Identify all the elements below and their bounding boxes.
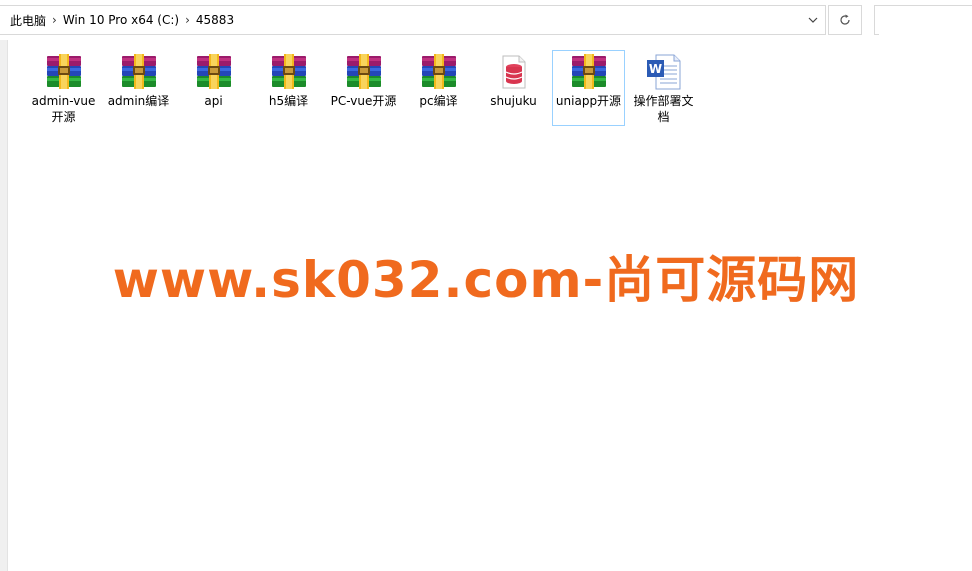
winrar-archive-icon (194, 54, 234, 90)
file-name-label: pc编译 (419, 94, 458, 108)
address-toolbar: 此电脑 › Win 10 Pro x64 (C:) › 45883 (0, 0, 972, 40)
svg-text:W: W (648, 62, 661, 76)
database-file-icon (494, 54, 534, 90)
watermark-text: www.sk032.com-尚可源码网 (112, 251, 860, 309)
chevron-down-icon (808, 17, 818, 23)
file-name-label: uniapp开源 (555, 94, 622, 108)
chevron-right-icon[interactable]: › (183, 13, 192, 27)
winrar-archive-icon (119, 54, 159, 90)
file-item[interactable]: pc编译 (402, 50, 475, 126)
chevron-right-icon[interactable]: › (50, 13, 59, 27)
file-name-label: admin-vue开源 (31, 94, 96, 124)
file-item[interactable]: admin编译 (102, 50, 175, 126)
file-item[interactable]: shujuku (477, 50, 550, 126)
file-name-label: h5编译 (268, 94, 309, 108)
file-item[interactable]: h5编译 (252, 50, 325, 126)
refresh-button[interactable] (828, 5, 862, 35)
winrar-archive-icon (344, 54, 384, 90)
breadcrumb-drive-c[interactable]: Win 10 Pro x64 (C:) (59, 13, 183, 27)
refresh-icon (840, 14, 850, 25)
file-name-label: api (204, 94, 223, 108)
file-item[interactable]: uniapp开源 (552, 50, 625, 126)
winrar-archive-icon (569, 54, 609, 90)
address-dropdown-button[interactable] (801, 6, 825, 34)
winrar-archive-icon (44, 54, 84, 90)
file-name-label: 操作部署文档 (633, 94, 694, 124)
file-explorer-window: 此电脑 › Win 10 Pro x64 (C:) › 45883 admin-… (0, 0, 972, 571)
address-bar[interactable]: 此电脑 › Win 10 Pro x64 (C:) › 45883 (0, 5, 826, 35)
breadcrumb-folder[interactable]: 45883 (192, 13, 238, 27)
file-grid: admin-vue开源 admin编译 api h5编译 PC-vue开源 pc… (27, 50, 702, 126)
file-item[interactable]: W 操作部署文档 (627, 50, 700, 126)
file-name-label: shujuku (490, 94, 537, 108)
search-box[interactable] (874, 5, 972, 35)
file-name-label: PC-vue开源 (330, 94, 397, 108)
file-item[interactable]: admin-vue开源 (27, 50, 100, 126)
winrar-archive-icon (419, 54, 459, 90)
word-document-icon: W (644, 54, 684, 90)
file-item[interactable]: api (177, 50, 250, 126)
breadcrumb-this-pc[interactable]: 此电脑 (0, 12, 50, 29)
winrar-archive-icon (269, 54, 309, 90)
file-item[interactable]: PC-vue开源 (327, 50, 400, 126)
search-input[interactable] (879, 7, 972, 35)
file-name-label: admin编译 (107, 94, 170, 108)
